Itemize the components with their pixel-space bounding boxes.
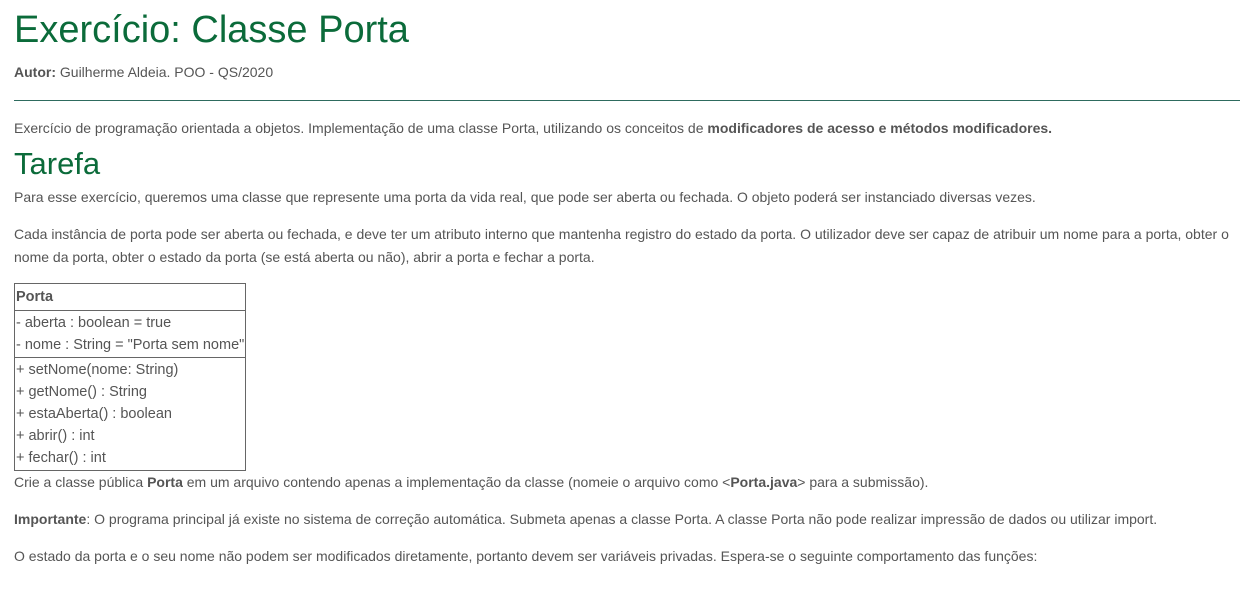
author-value: Guilherme Aldeia. POO - QS/2020 — [59, 64, 274, 80]
uml-method: + estaAberta() : boolean — [16, 406, 172, 422]
author-line: Autor: Guilherme Aldeia. POO - QS/2020 — [14, 64, 1240, 80]
uml-attribute: - nome : String = "Porta sem nome" — [16, 337, 245, 353]
uml-methods: + setNome(nome: String) + getNome() : St… — [13, 357, 247, 471]
header-divider — [14, 100, 1240, 101]
uml-class-name: Porta — [13, 283, 247, 311]
create-class-paragraph: Crie a classe pública Porta em um arquiv… — [14, 471, 1240, 494]
file-name-bold: Porta.java — [730, 474, 798, 490]
important-label: Importante — [14, 511, 87, 527]
uml-method: + getNome() : String — [16, 384, 147, 400]
uml-class-diagram: Porta - aberta : boolean = true - nome :… — [13, 283, 247, 471]
intro-paragraph: Exercício de programação orientada a obj… — [14, 117, 1240, 140]
create-text-post: > para a submissão). — [797, 474, 929, 490]
create-text-mid: em um arquivo contendo apenas a implemen… — [182, 474, 731, 490]
uml-method: + setNome(nome: String) — [16, 362, 179, 378]
page-title: Exercício: Classe Porta — [14, 9, 409, 51]
important-paragraph: Importante: O programa principal já exis… — [14, 508, 1240, 531]
task-paragraph-1: Para esse exercício, queremos uma classe… — [14, 189, 1036, 205]
state-paragraph: O estado da porta e o seu nome não podem… — [14, 548, 1038, 564]
section-heading-tarefa: Tarefa — [14, 146, 101, 181]
task-paragraph-2: Cada instância de porta pode ser aberta … — [14, 226, 1229, 265]
important-text: : O programa principal já existe no sist… — [86, 511, 1158, 527]
uml-attribute: - aberta : boolean = true — [16, 315, 172, 331]
author-label: Autor: — [14, 64, 56, 80]
create-text-pre: Crie a classe pública — [14, 474, 148, 490]
uml-attributes: - aberta : boolean = true - nome : Strin… — [13, 310, 247, 358]
intro-bold: modificadores de acesso e métodos modifi… — [707, 120, 1053, 136]
uml-method: + fechar() : int — [16, 450, 106, 466]
intro-text: Exercício de programação orientada a obj… — [14, 120, 708, 136]
document-page: Exercício: Classe Porta Autor: Guilherme… — [0, 0, 1250, 568]
class-name-bold: Porta — [147, 474, 183, 490]
uml-method: + abrir() : int — [16, 428, 95, 444]
